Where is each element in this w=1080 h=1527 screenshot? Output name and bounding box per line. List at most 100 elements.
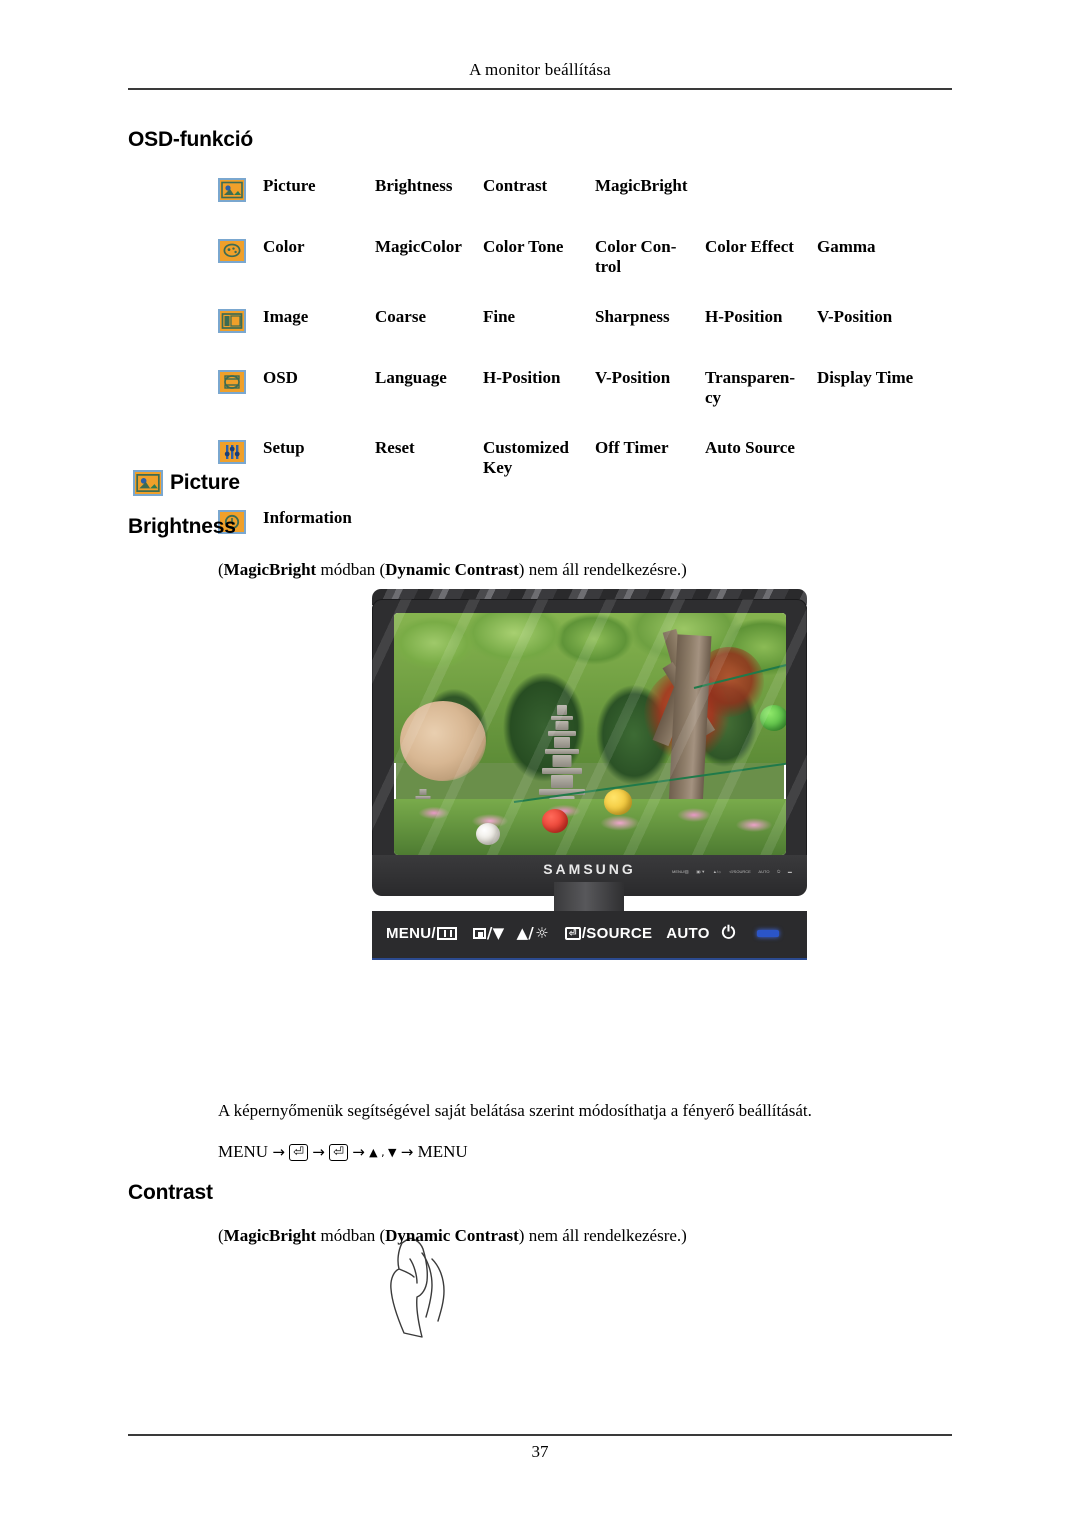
menu-item-line1: Transparen-	[705, 368, 796, 387]
color-icon	[218, 237, 263, 268]
menu-item: V-Position	[595, 368, 671, 387]
monitor-screen	[394, 613, 786, 855]
menu-item: Contrast	[483, 176, 548, 195]
osd-icon	[218, 368, 263, 399]
row-spacer	[218, 338, 958, 368]
arrow-icon: →	[400, 1143, 414, 1161]
bezel-key-up: ▲/☼	[712, 868, 722, 874]
table-row: OSD Language H-Position V-Position Trans…	[218, 368, 958, 408]
header-rule	[128, 88, 952, 90]
menu-item-line2: Key	[483, 458, 513, 477]
monitor-illustration: SAMSUNG MENU/▥ ▣/▼ ▲/☼ ⏎/SOURCE AUTO ⏻ ▬…	[372, 589, 807, 1338]
nav-start: MENU	[218, 1142, 269, 1161]
menu-group-label: Information	[263, 508, 352, 527]
row-spacer	[218, 408, 958, 438]
power-icon: ⏻	[721, 923, 736, 943]
control-buttons: MENU/ /▼ ▲/ ☼ ⏎ /SOURCE AUTO ⏻	[372, 911, 807, 956]
monitor-bezel: SAMSUNG MENU/▥ ▣/▼ ▲/☼ ⏎/SOURCE AUTO ⏻ ▬	[372, 599, 807, 896]
down-button[interactable]: /▼	[472, 924, 505, 942]
menu-item-line1: Customized	[483, 438, 569, 457]
bezel-key-down: ▣/▼	[696, 868, 706, 874]
menu-item: Auto Source	[705, 438, 795, 457]
menu-item: Reset	[375, 438, 415, 457]
up-button-label: ▲/	[516, 924, 535, 942]
menu-item: H-Position	[483, 368, 561, 387]
monitor-stand-neck	[554, 882, 624, 914]
section-heading-contrast: Contrast	[128, 1181, 213, 1204]
source-square-icon	[472, 928, 486, 939]
table-row: Color MagicColor Color Tone Color Con- t…	[218, 237, 958, 277]
red-lantern	[542, 809, 568, 833]
setup-icon	[218, 438, 263, 469]
white-lantern	[476, 823, 500, 845]
down-button-label: /▼	[486, 924, 505, 942]
section-heading-picture: Picture	[170, 471, 240, 494]
bezel-key-led: ▬	[787, 868, 792, 874]
bezel-key-labels: MENU/▥ ▣/▼ ▲/☼ ⏎/SOURCE AUTO ⏻ ▬	[672, 865, 792, 877]
menu-button-label: MENU/	[386, 925, 436, 942]
row-spacer	[218, 207, 958, 237]
menu-item: Display Time	[817, 368, 914, 387]
yellow-lantern	[604, 789, 632, 815]
enter-key-icon: ⏎	[329, 1144, 349, 1161]
arrow-icon: →	[272, 1143, 285, 1161]
document-page: A monitor beállítása OSD-funkció Picture…	[0, 0, 1080, 1527]
menu-item: Coarse	[375, 307, 426, 326]
menu-item: MagicColor	[375, 237, 462, 256]
menu-item: Off Timer	[595, 438, 669, 457]
autumn-foliage-left	[400, 701, 486, 781]
bezel-key-menu: MENU/▥	[672, 868, 689, 874]
menu-group-label: Color	[263, 237, 305, 256]
brightness-sun-icon: ☼	[535, 924, 549, 942]
menu-item: Brightness	[375, 176, 453, 195]
note-bold-dynamic-contrast: Dynamic Contrast	[385, 560, 519, 579]
control-panel-closeup: MENU/ /▼ ▲/ ☼ ⏎ /SOURCE AUTO ⏻	[372, 911, 807, 1338]
footer-rule	[128, 1434, 952, 1436]
enter-key-icon: ⏎	[289, 1144, 309, 1161]
menu-item: Color Con- trol	[595, 237, 705, 277]
menu-item: Color Tone	[483, 237, 564, 256]
pointing-hand-illustration	[390, 1237, 445, 1338]
menu-group-label: Setup	[263, 438, 305, 457]
running-head: A monitor beállítása	[469, 60, 611, 79]
row-spacer	[218, 478, 958, 508]
source-button[interactable]: ⏎ /SOURCE	[564, 925, 652, 942]
brightness-description: A képernyőmenük segítségével saját belát…	[218, 1101, 812, 1120]
menu-item: MagicBright	[595, 176, 688, 195]
bezel-key-source: ⏎/SOURCE	[729, 868, 751, 874]
menu-item: H-Position	[705, 307, 783, 326]
flower-bed	[394, 799, 786, 855]
nav-end: MENU	[417, 1142, 468, 1161]
table-row: Information	[218, 508, 958, 539]
menu-item: Sharpness	[595, 307, 670, 326]
note-bold-dynamic-contrast: Dynamic Contrast	[385, 1226, 519, 1245]
note-bold-magicbright: MagicBright	[223, 560, 317, 579]
menu-item: Gamma	[817, 237, 876, 256]
menu-button[interactable]: MENU/	[386, 925, 457, 942]
bezel-key-auto: AUTO	[758, 868, 770, 874]
up-button[interactable]: ▲/ ☼	[516, 926, 548, 941]
auto-button-label: AUTO	[666, 925, 710, 942]
brightness-navigation-path: MENU → ⏎ → ⏎ → ▲ , ▼ → MENU	[218, 1140, 958, 1164]
power-button[interactable]: ⏻	[721, 923, 736, 943]
power-led-indicator	[757, 930, 780, 937]
brightness-note: (MagicBright módban (Dynamic Contrast) n…	[218, 558, 958, 581]
section-heading-brightness: Brightness	[128, 515, 236, 538]
menu-item: Fine	[483, 307, 516, 326]
osd-menu-table: Picture Brightness Contrast MagicBright	[218, 176, 958, 539]
table-row: Image Coarse Fine Sharpness H-Position V…	[218, 307, 958, 338]
osd-grid-icon	[436, 927, 457, 940]
note-bold-magicbright: MagicBright	[223, 1226, 317, 1245]
auto-button[interactable]: AUTO	[666, 925, 709, 942]
image-icon	[218, 307, 263, 338]
note-suffix: ) nem áll rendelkezésre.)	[518, 560, 687, 579]
menu-item: Customized Key	[483, 438, 595, 478]
up-down-arrows-icon: ▲ , ▼	[369, 1146, 397, 1159]
page-title: OSD-funkció	[128, 128, 253, 151]
page-number: 37	[531, 1442, 549, 1461]
menu-item-line2: cy	[705, 388, 722, 407]
note-mid: módban (	[316, 1226, 386, 1245]
screen-photo-garden	[394, 613, 786, 855]
picture-icon	[218, 176, 263, 207]
menu-group-label: Image	[263, 307, 309, 326]
